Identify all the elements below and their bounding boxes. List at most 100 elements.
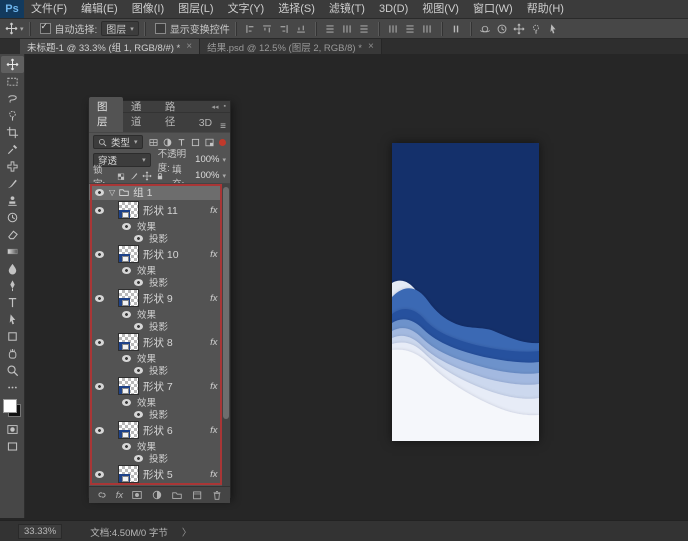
menu-item-1[interactable]: 编辑(E): [74, 0, 125, 18]
align-right-edges-icon[interactable]: [277, 22, 292, 36]
pen-tool[interactable]: [1, 277, 24, 294]
document-tab-1[interactable]: 结果.psd @ 12.5% (图层 2, RGB/8) *×: [200, 39, 382, 54]
shape-tool[interactable]: [1, 328, 24, 345]
type-tool[interactable]: [1, 294, 24, 311]
new-group[interactable]: [171, 489, 183, 501]
rect-marquee-tool[interactable]: [1, 73, 24, 90]
fx-badge[interactable]: fx: [210, 337, 219, 348]
panel-tab-3D[interactable]: 3D: [191, 115, 220, 132]
visibility-toggle[interactable]: [92, 427, 106, 434]
visibility-toggle[interactable]: [119, 223, 133, 230]
layer-row-形状 5[interactable]: 形状 5fx▴: [89, 464, 230, 484]
crop-tool[interactable]: [1, 124, 24, 141]
menu-item-7[interactable]: 3D(D): [372, 0, 415, 18]
panel-menu-icon[interactable]: ≡: [220, 122, 226, 132]
zoom-tool[interactable]: [1, 362, 24, 379]
layer-row-形状 9[interactable]: 形状 9fx▴: [89, 288, 230, 308]
chevron-down-icon[interactable]: ▾: [222, 172, 226, 180]
distribute-left-icon[interactable]: [386, 22, 401, 36]
fill-value[interactable]: 100%: [195, 170, 219, 181]
history-brush-tool[interactable]: [1, 209, 24, 226]
distribute-h-centers-icon[interactable]: [403, 22, 418, 36]
show-transform-checkbox[interactable]: [155, 23, 166, 34]
lock-position[interactable]: [142, 171, 152, 181]
quick-mask-button[interactable]: [1, 421, 24, 438]
distribute-v-centers-icon[interactable]: [340, 22, 355, 36]
zoom-level-field[interactable]: 33.33%: [18, 524, 62, 539]
foreground-color-swatch[interactable]: [3, 399, 17, 413]
edit-toolbar[interactable]: [1, 379, 24, 396]
layer-row-形状 8[interactable]: 形状 8fx▴: [89, 332, 230, 352]
drop-shadow-row[interactable]: 投影: [89, 452, 230, 464]
panel-tab-图层[interactable]: 图层: [89, 97, 123, 132]
path-selection-tool[interactable]: [1, 311, 24, 328]
status-menu-arrow[interactable]: 〉: [182, 525, 192, 539]
visibility-toggle[interactable]: [119, 267, 133, 274]
layer-thumbnail[interactable]: [118, 377, 139, 395]
panel-tab-路径[interactable]: 路径: [157, 97, 191, 132]
menu-item-10[interactable]: 帮助(H): [520, 0, 571, 18]
color-swatches[interactable]: [3, 399, 21, 417]
layer-thumbnail[interactable]: [118, 465, 139, 483]
drop-shadow-row[interactable]: 投影: [89, 408, 230, 420]
gradient-tool[interactable]: [1, 243, 24, 260]
panel-tab-通道[interactable]: 通道: [123, 97, 157, 132]
visibility-toggle[interactable]: [119, 355, 133, 362]
close-tab-icon[interactable]: ×: [186, 41, 192, 52]
layer-row-形状 11[interactable]: 形状 11fx▴: [89, 200, 230, 220]
drop-shadow-row[interactable]: 投影: [89, 276, 230, 288]
healing-brush-tool[interactable]: [1, 158, 24, 175]
eraser-tool[interactable]: [1, 226, 24, 243]
tool-preset-arrow-icon[interactable]: ▾: [20, 25, 24, 33]
menu-item-6[interactable]: 滤镜(T): [322, 0, 372, 18]
quick-selection-tool[interactable]: [1, 107, 24, 124]
fx-badge[interactable]: fx: [210, 425, 219, 436]
align-left-edges-icon[interactable]: [243, 22, 258, 36]
link-layers[interactable]: [96, 489, 108, 501]
lasso-tool[interactable]: [1, 90, 24, 107]
close-tab-icon[interactable]: ×: [368, 41, 374, 52]
add-layer-mask[interactable]: [131, 489, 143, 501]
menu-item-8[interactable]: 视图(V): [415, 0, 466, 18]
layer-thumbnail[interactable]: [118, 333, 139, 351]
lock-transparent-pixels[interactable]: [116, 171, 126, 181]
scrollbar-thumb[interactable]: [223, 187, 229, 419]
layer-row-形状 7[interactable]: 形状 7fx▴: [89, 376, 230, 396]
visibility-toggle[interactable]: [92, 471, 106, 478]
chevron-down-icon[interactable]: ▾: [222, 156, 226, 164]
visibility-toggle[interactable]: [131, 411, 145, 418]
collapse-panel-icon[interactable]: ◂◂: [211, 103, 218, 111]
auto-select-target-dropdown[interactable]: 图层▾: [101, 21, 139, 36]
3d-mode-roll-icon[interactable]: [495, 22, 510, 36]
3d-mode-slide-icon[interactable]: [529, 22, 544, 36]
document-canvas[interactable]: [392, 143, 539, 441]
filter-smart-objects[interactable]: [204, 137, 215, 148]
fx-badge[interactable]: fx: [210, 249, 219, 260]
fx-badge[interactable]: fx: [210, 293, 219, 304]
visibility-toggle[interactable]: [131, 235, 145, 242]
group-expand-icon[interactable]: ▽: [109, 188, 115, 197]
distribute-right-icon[interactable]: [420, 22, 435, 36]
menu-item-2[interactable]: 图像(I): [125, 0, 171, 18]
menu-item-5[interactable]: 选择(S): [271, 0, 322, 18]
3d-mode-drag-icon[interactable]: [512, 22, 527, 36]
drop-shadow-row[interactable]: 投影: [89, 320, 230, 332]
new-adjustment-layer[interactable]: [151, 489, 163, 501]
3d-mode-scale-icon[interactable]: [546, 22, 561, 36]
brush-tool[interactable]: [1, 175, 24, 192]
hand-tool[interactable]: [1, 345, 24, 362]
screen-mode-button[interactable]: [1, 438, 24, 455]
eyedropper-tool[interactable]: [1, 141, 24, 158]
fx-badge[interactable]: fx: [210, 381, 219, 392]
layer-thumbnail[interactable]: [118, 245, 139, 263]
clone-stamp-tool[interactable]: [1, 192, 24, 209]
layer-row-形状 6[interactable]: 形状 6fx▴: [89, 420, 230, 440]
visibility-toggle[interactable]: [92, 251, 106, 258]
menu-item-3[interactable]: 图层(L): [171, 0, 220, 18]
filter-kind-dropdown[interactable]: 类型 ▾: [93, 135, 143, 149]
auto-select-checkbox[interactable]: [40, 23, 51, 34]
distribute-bottom-icon[interactable]: [357, 22, 372, 36]
drop-shadow-row[interactable]: 投影: [89, 364, 230, 376]
visibility-toggle[interactable]: [131, 367, 145, 374]
blur-tool[interactable]: [1, 260, 24, 277]
